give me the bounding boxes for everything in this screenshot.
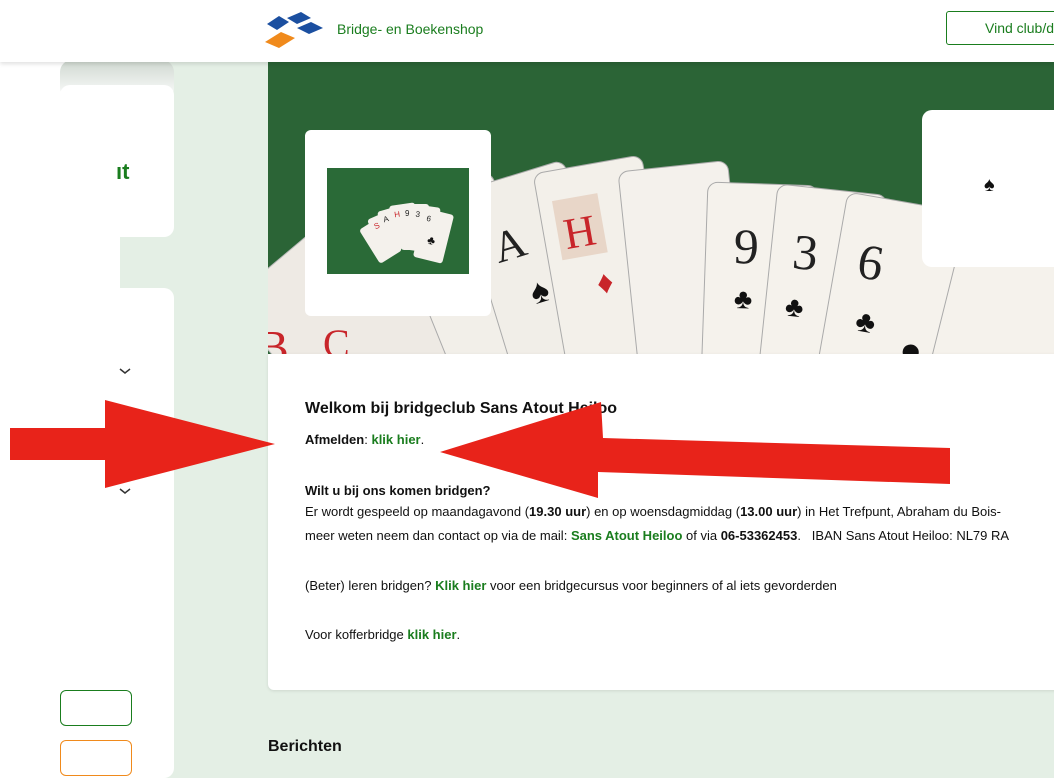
find-club-button[interactable]: Vind club/d xyxy=(946,11,1054,45)
text: . IBAN Sans Atout Heiloo: NL79 RA xyxy=(797,528,1010,543)
welcome-title: Welkom bij bridgeclub Sans Atout Heiloo xyxy=(305,400,618,417)
kofferbridge-line: Voor kofferbridge klik hier. xyxy=(305,627,461,642)
time-monday: 19.30 uur xyxy=(529,504,587,519)
join-question: Wilt u bij ons komen bridgen? xyxy=(305,483,491,498)
chevron-down-icon[interactable] xyxy=(118,486,132,496)
svg-text:♣: ♣ xyxy=(733,283,752,315)
info-card: ♠ xyxy=(922,110,1054,267)
chevron-down-icon[interactable] xyxy=(118,366,132,376)
time-wednesday: 13.00 uur xyxy=(740,504,798,519)
mail-link[interactable]: Sans Atout Heiloo xyxy=(571,528,682,543)
svg-text:9: 9 xyxy=(733,218,760,275)
text: ) in Het Trefpunt, Abraham du Bois- xyxy=(797,504,1001,519)
afmelden-label: Afmelden xyxy=(305,432,365,447)
svg-text:♣: ♣ xyxy=(784,291,806,324)
bridge-logo-icon[interactable] xyxy=(263,10,325,48)
contact-line: meer weten neem dan contact op via de ma… xyxy=(305,528,1009,543)
sidebar-card-top: ıt xyxy=(60,85,174,237)
afmelden-link[interactable]: klik hier xyxy=(371,432,420,447)
sidebar-orange-button[interactable] xyxy=(60,740,132,776)
text: Voor kofferbridge xyxy=(305,627,408,642)
phone-number: 06-53362453 xyxy=(720,528,798,543)
berichten-heading: Berichten xyxy=(268,738,342,755)
play-times-line: Er wordt gespeeld op maandagavond (19.30… xyxy=(305,504,1001,519)
afmelden-line: Afmelden: klik hier. xyxy=(305,432,425,447)
top-navigation-bar: Bridge- en Boekenshop Vind club/d xyxy=(0,0,1054,62)
text: meer weten neem dan contact op via de ma… xyxy=(305,528,571,543)
svg-text:9: 9 xyxy=(405,209,410,218)
club-image-card: S A H 9 3♣ 6♣ xyxy=(305,130,491,316)
text: of via xyxy=(682,528,721,543)
sidebar-card-title-fragment: ıt xyxy=(116,159,130,184)
text: Er wordt gespeeld op maandagavond ( xyxy=(305,504,530,519)
course-link[interactable]: Klik hier xyxy=(435,578,486,593)
kofferbridge-link[interactable]: klik hier xyxy=(407,627,456,642)
brand-link[interactable]: Bridge- en Boekenshop xyxy=(337,21,483,37)
course-line: (Beter) leren bridgen? Klik hier voor ee… xyxy=(305,578,837,593)
club-thumbnail-image: S A H 9 3♣ 6♣ xyxy=(327,168,469,274)
svg-text:B: B xyxy=(268,321,289,354)
text: ) en op woensdagmiddag ( xyxy=(586,504,741,519)
spade-icon: ♠ xyxy=(984,174,995,196)
svg-text:C: C xyxy=(323,321,350,354)
text: voor een bridgecursus voor beginners of … xyxy=(486,578,837,593)
text: (Beter) leren bridgen? xyxy=(305,578,436,593)
sidebar-green-button[interactable] xyxy=(60,690,132,726)
